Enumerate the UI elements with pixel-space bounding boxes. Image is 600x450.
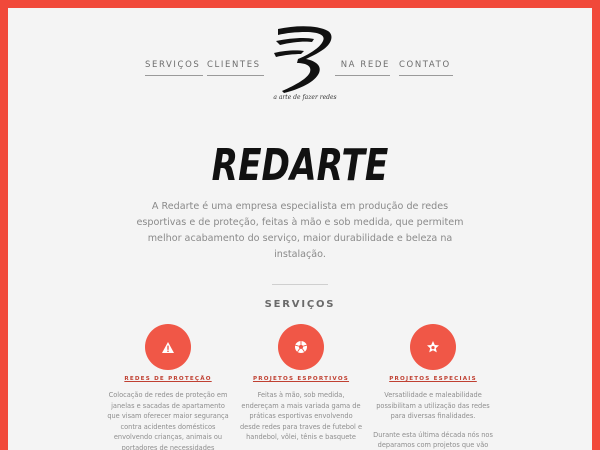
nav-clientes[interactable]: CLIENTES	[207, 60, 264, 76]
service-text-esportivos: Feitas à mão, sob medida, endereçam a ma…	[239, 390, 363, 443]
brand-title: REDARTE	[211, 140, 389, 191]
logo-tagline: a arte de fazer redes	[273, 94, 337, 101]
service-title-protecao[interactable]: REDES DE PROTEÇÃO	[118, 376, 218, 382]
intro-text: A Redarte é uma empresa especialista em …	[136, 201, 464, 260]
service-description: Feitas à mão, sob medida, endereçam a ma…	[240, 391, 362, 442]
nav-servicos[interactable]: SERVIÇOS	[145, 60, 203, 76]
service-description-extra: Durante esta última década nós nos depar…	[373, 430, 493, 450]
nav-na-rede[interactable]: NA REDE	[335, 60, 390, 76]
soccer-ball-icon	[295, 341, 307, 353]
service-title-esportivos[interactable]: PROJETOS ESPORTIVOS	[251, 376, 351, 382]
nav-contato[interactable]: CONTATO	[399, 60, 453, 76]
service-icon-circle	[410, 324, 456, 370]
star-icon	[427, 341, 439, 353]
warning-icon	[162, 341, 174, 353]
section-divider	[272, 284, 328, 285]
service-text-protecao: Colocação de redes de proteção em janela…	[106, 390, 230, 450]
redarte-logo[interactable]	[270, 23, 336, 95]
service-description: Colocação de redes de proteção em janela…	[107, 391, 229, 450]
service-title-especiais[interactable]: PROJETOS ESPECIAIS	[383, 376, 483, 382]
section-title: SERVIÇOS	[264, 299, 336, 310]
service-icon-circle	[278, 324, 324, 370]
service-description: Versatilidade e maleabilidade possibilit…	[376, 391, 490, 421]
service-text-especiais: Versatilidade e maleabilidade possibilit…	[371, 390, 495, 450]
service-icon-circle	[145, 324, 191, 370]
page-frame: SERVIÇOS CLIENTES NA REDE CONTATO a arte…	[8, 8, 592, 450]
